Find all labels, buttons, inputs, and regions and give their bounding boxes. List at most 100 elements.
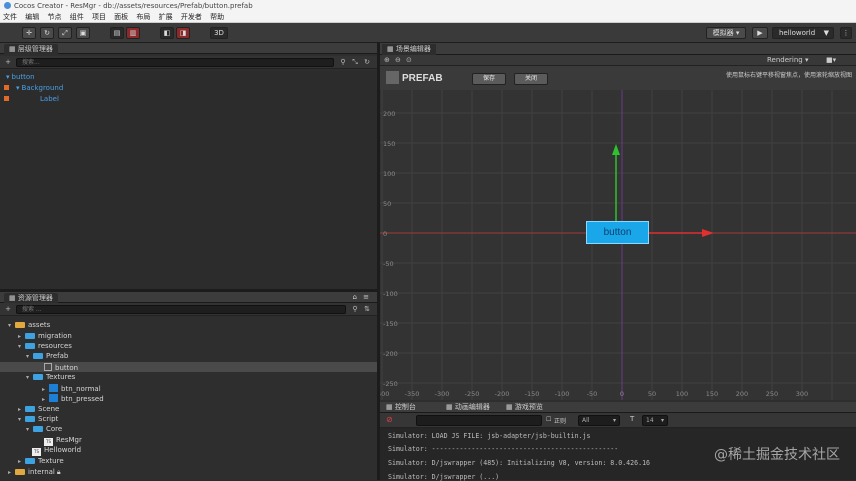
menu-panel[interactable]: 面板 <box>114 13 128 21</box>
scale-tool-icon[interactable]: ⤢ <box>58 27 72 39</box>
menu-project[interactable]: 项目 <box>92 13 106 21</box>
rendering-dropdown[interactable]: Rendering ▾ <box>767 56 809 64</box>
tree-node-background[interactable]: ▾ Background <box>16 84 63 93</box>
lock-icon[interactable]: ⌂ <box>353 292 357 303</box>
checkbox-icon[interactable]: ☐ <box>546 416 551 423</box>
zoom-in-icon[interactable]: ⊕ <box>384 56 390 64</box>
folder-icon <box>33 374 43 380</box>
menu-extension[interactable]: 扩展 <box>159 13 173 21</box>
zoom-out-icon[interactable]: ⊖ <box>395 56 401 64</box>
add-asset-icon[interactable]: + <box>3 304 13 314</box>
asset-item-btn-normal[interactable]: ▸ btn_normal <box>42 384 101 394</box>
search-icon[interactable]: ⚲ <box>338 57 348 67</box>
y-tick-label: -150 <box>383 320 398 328</box>
menu-icon[interactable]: ≡ <box>363 292 369 303</box>
database-icon <box>15 322 25 328</box>
y-tick-label: 0 <box>383 230 387 238</box>
asset-item-internal[interactable]: ▸ internal 🔒︎ <box>8 468 61 477</box>
caret-right-icon: ▸ <box>18 406 22 413</box>
more-icon[interactable]: ⋮ <box>840 27 852 39</box>
y-tick-label: 100 <box>383 170 395 178</box>
folder-icon <box>25 458 35 464</box>
tab-game-preview[interactable]: ▦ 游戏预览 <box>506 402 543 413</box>
menu-component[interactable]: 组件 <box>70 13 84 21</box>
y-tick-label: -100 <box>383 290 398 298</box>
caret-down-icon: ▾ <box>26 426 30 433</box>
asset-item-assets[interactable]: ▾ assets <box>8 321 50 330</box>
asset-item-btn-pressed[interactable]: ▸ btn_pressed <box>42 394 104 404</box>
tab-scene[interactable]: ▦ 场景编辑器 <box>382 44 436 55</box>
3d-toggle-button[interactable]: 3D <box>210 27 228 39</box>
folder-icon <box>25 333 35 339</box>
level-select[interactable]: All ▾ <box>578 415 620 426</box>
menu-node[interactable]: 节点 <box>47 13 61 21</box>
tab-animation[interactable]: ▦ 动画编辑器 <box>446 402 490 413</box>
y-tick-label: -200 <box>383 350 398 358</box>
menu-layout[interactable]: 布局 <box>136 13 150 21</box>
global-toggle-icon[interactable]: ▥ <box>126 27 140 39</box>
x-tick-label: -200 <box>495 390 510 398</box>
camera-icon[interactable]: ■▾ <box>826 56 836 64</box>
tab-hierarchy[interactable]: ▦ 层级管理器 <box>4 44 58 54</box>
caret-right-icon: ▸ <box>42 396 46 403</box>
move-tool-icon[interactable]: ✛ <box>22 27 36 39</box>
tab-console[interactable]: ▦ 控制台 <box>386 402 416 413</box>
menu-file[interactable]: 文件 <box>3 13 17 21</box>
x-tick-label: 250 <box>766 390 778 398</box>
clear-icon[interactable]: ⊘ <box>386 415 393 424</box>
scene-node-button[interactable]: button <box>586 221 649 244</box>
asset-item-migration[interactable]: ▸ migration <box>18 332 72 341</box>
rect-tool-icon[interactable]: ▣ <box>76 27 90 39</box>
scene-select[interactable]: helloworld ▼ <box>772 27 834 39</box>
asset-item-button[interactable]: button <box>44 363 78 373</box>
tab-assets[interactable]: ▦ 资源管理器 <box>4 293 58 303</box>
editor-window: Cocos Creator - ResMgr - db://assets/res… <box>0 0 856 481</box>
folder-icon <box>25 416 35 422</box>
asset-item-scene[interactable]: ▸ Scene <box>18 405 59 414</box>
simulator-dropdown[interactable]: 模拟器 ▾ <box>706 27 746 39</box>
typescript-icon: TS <box>44 438 53 446</box>
rotate-tool-icon[interactable]: ↻ <box>40 27 54 39</box>
asset-item-resources[interactable]: ▾ resources <box>18 342 72 351</box>
add-node-icon[interactable]: + <box>3 57 13 67</box>
x-tick-label: -300 <box>435 390 450 398</box>
asset-item-helloworld[interactable]: TS Helloworld <box>32 446 81 456</box>
chevron-down-icon: ▼ <box>823 29 829 37</box>
hierarchy-tree: ▾ button ▾ Background Label <box>0 71 377 289</box>
x-tick-label: -400 <box>380 390 389 398</box>
tree-node-button[interactable]: ▾ button <box>6 73 35 82</box>
prefab-edit-bar: PREFAB 保存 关闭 使用鼠标右键平移视窗焦点，使用滚轮缩放视图 <box>380 66 856 90</box>
scene-header: ▦ 场景编辑器 <box>380 43 856 55</box>
local-toggle-icon[interactable]: ▤ <box>110 27 124 39</box>
tree-node-label[interactable]: Label <box>40 95 59 104</box>
asset-item-prefab[interactable]: ▾ Prefab <box>26 352 68 361</box>
close-button[interactable]: 关闭 <box>514 73 548 85</box>
menu-help[interactable]: 帮助 <box>210 13 224 21</box>
play-icon[interactable]: ▶ <box>752 27 768 39</box>
assets-search-input[interactable]: 搜索 ... <box>16 305 346 314</box>
asset-item-script[interactable]: ▾ Script <box>18 415 58 424</box>
refresh-icon[interactable]: ↻ <box>362 57 372 67</box>
zoom-fit-icon[interactable]: ⊙ <box>406 56 412 64</box>
asset-item-core[interactable]: ▾ Core <box>26 425 62 434</box>
x-tick-label: -100 <box>555 390 570 398</box>
asset-item-resmgr[interactable]: TS ResMgr <box>44 436 82 446</box>
caret-down-icon: ▾ <box>6 73 10 81</box>
center-toggle-icon[interactable]: ◨ <box>176 27 190 39</box>
cocos-logo-icon <box>4 2 11 9</box>
y-gizmo-arrow <box>612 144 620 155</box>
asset-item-texture[interactable]: ▸ Texture <box>18 457 64 466</box>
search-icon[interactable]: ⚲ <box>350 304 360 314</box>
x-tick-label: -350 <box>405 390 420 398</box>
menu-developer[interactable]: 开发者 <box>181 13 202 21</box>
save-button[interactable]: 保存 <box>472 73 506 85</box>
sort-icon[interactable]: ⇅ <box>362 304 372 314</box>
assets-icon: ▦ <box>9 294 18 302</box>
console-filter-input[interactable] <box>416 415 542 426</box>
pivot-toggle-icon[interactable]: ◧ <box>160 27 174 39</box>
hierarchy-search-input[interactable]: 搜索... <box>16 58 334 67</box>
menu-edit[interactable]: 编辑 <box>25 13 39 21</box>
font-size-select[interactable]: 14 ▾ <box>642 415 668 426</box>
asset-item-textures[interactable]: ▾ Textures <box>26 373 75 382</box>
expand-icon[interactable]: ⤡ <box>350 57 360 67</box>
